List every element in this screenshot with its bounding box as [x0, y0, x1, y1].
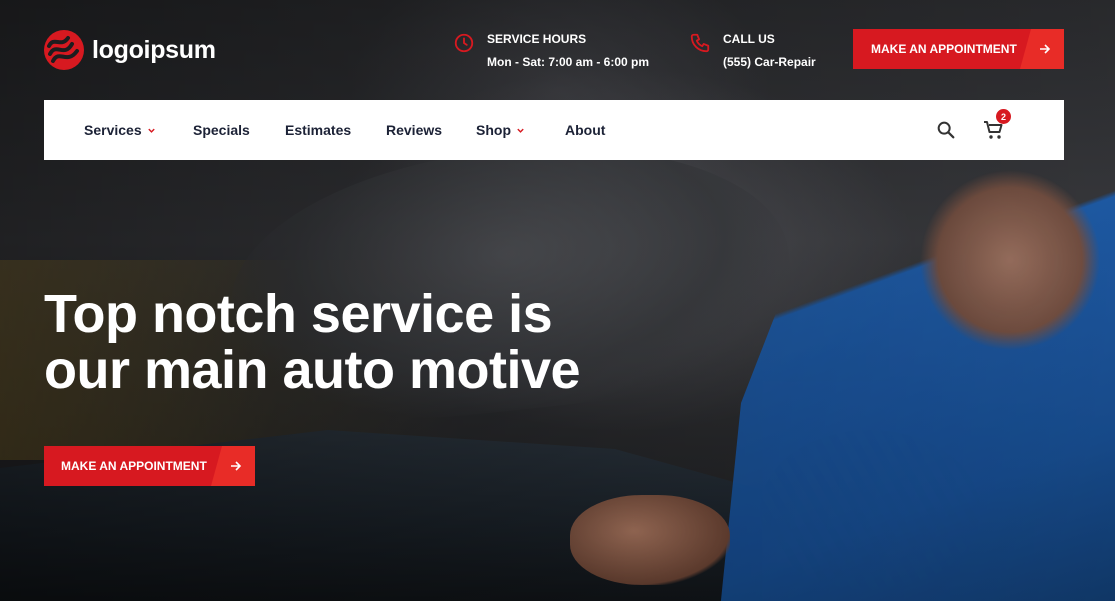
service-hours-value: Mon - Sat: 7:00 am - 6:00 pm — [487, 55, 650, 69]
clock-icon — [454, 33, 474, 53]
chevron-down-icon — [147, 128, 155, 133]
top-header: logoipsum SERVICE HOURS Mon - Sat: 7:00 … — [0, 0, 1115, 100]
nav-item-estimates[interactable]: Estimates — [285, 122, 351, 138]
nav-item-label: Estimates — [285, 122, 352, 138]
make-appointment-label: MAKE AN APPOINTMENT — [871, 42, 1017, 56]
make-appointment-label: MAKE AN APPOINTMENT — [61, 459, 207, 473]
main-navigation: Services Specials Estimates Reviews Shop… — [44, 100, 1064, 160]
call-us[interactable]: CALL US (555) Car-Repair — [689, 32, 816, 69]
nav-item-label: About — [565, 122, 606, 138]
search-icon[interactable] — [935, 119, 957, 141]
nav-item-services[interactable]: Services — [84, 122, 156, 138]
logo-text: logoipsum — [92, 35, 216, 64]
make-appointment-button-header[interactable]: MAKE AN APPOINTMENT — [853, 29, 1064, 69]
logo-mark-icon — [44, 30, 84, 70]
hero-title-line-2: our main auto motive — [44, 340, 581, 400]
nav-item-shop[interactable]: Shop — [476, 122, 525, 138]
hero-title-line-1: Top notch service is — [44, 284, 553, 344]
arrow-right-icon — [211, 446, 255, 486]
nav-item-label: Shop — [476, 122, 511, 138]
cart-count-badge: 2 — [996, 109, 1011, 124]
phone-icon — [690, 33, 710, 53]
nav-item-label: Specials — [193, 122, 250, 138]
service-hours-label: SERVICE HOURS — [487, 32, 587, 46]
phone-number[interactable]: (555) Car-Repair — [723, 55, 816, 69]
arrow-right-icon — [1020, 29, 1064, 69]
service-hours: SERVICE HOURS Mon - Sat: 7:00 am - 6:00 … — [453, 32, 649, 69]
nav-tools: 2 — [935, 100, 1011, 160]
cart-button[interactable]: 2 — [982, 109, 1011, 142]
call-us-label: CALL US — [723, 32, 775, 46]
nav-item-label: Services — [84, 122, 142, 138]
nav-item-about[interactable]: About — [565, 122, 605, 138]
nav-item-specials[interactable]: Specials — [193, 122, 250, 138]
nav-item-reviews[interactable]: Reviews — [386, 122, 442, 138]
chevron-down-icon — [517, 128, 524, 133]
make-appointment-button-hero[interactable]: MAKE AN APPOINTMENT — [44, 446, 255, 486]
logo[interactable]: logoipsum — [44, 30, 216, 70]
nav-item-label: Reviews — [386, 122, 443, 138]
hero-title: Top notch service is our main auto motiv… — [44, 286, 644, 398]
